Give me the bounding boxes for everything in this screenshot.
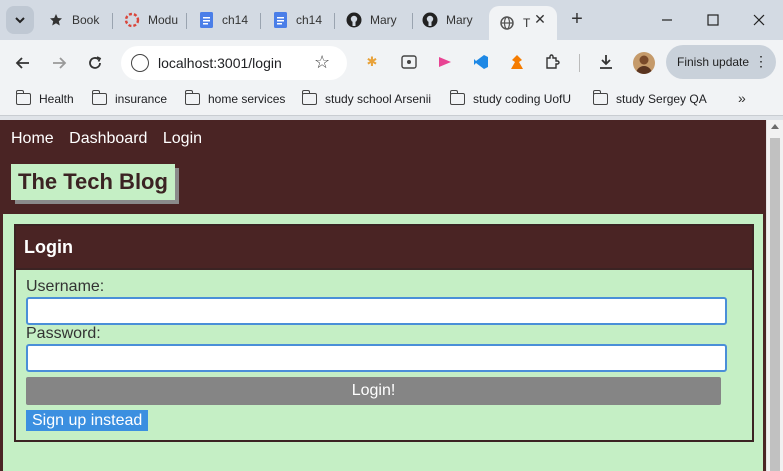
tab-ch14-b[interactable]: ch14 <box>272 6 328 34</box>
site-nav: Home Dashboard Login <box>11 130 213 148</box>
folder-icon <box>301 90 317 105</box>
login-button[interactable]: Login! <box>26 377 721 405</box>
address-bar[interactable]: localhost:3001/login ☆ <box>121 46 347 80</box>
login-heading: Login <box>16 226 752 268</box>
module-icon <box>124 12 140 28</box>
folder-icon <box>449 90 465 105</box>
bookmark-study-school-arsenii[interactable]: study school Arsenii <box>301 90 431 106</box>
tab-github-b[interactable]: Mary <box>422 6 482 34</box>
extension-d-icon[interactable] <box>508 53 526 71</box>
bookmark-star-icon[interactable]: ☆ <box>314 52 330 73</box>
minimize-icon[interactable] <box>655 8 679 32</box>
maximize-icon[interactable] <box>701 8 725 32</box>
bookmark-health[interactable]: Health <box>15 90 74 106</box>
tab-search-button[interactable] <box>6 6 34 34</box>
main-content: Login Username: Password: Login! Sign up… <box>3 214 763 471</box>
extension-a-icon[interactable]: ✱ <box>363 53 381 71</box>
folder-icon <box>592 90 608 105</box>
close-window-icon[interactable] <box>747 8 771 32</box>
new-tab-icon[interactable]: + <box>566 8 588 31</box>
tab-book[interactable]: Book <box>48 6 110 34</box>
profile-avatar[interactable] <box>633 52 655 74</box>
github-icon <box>422 12 438 28</box>
site-info-icon[interactable] <box>131 54 149 72</box>
github-icon <box>346 12 362 28</box>
page-viewport: Home Dashboard Login The Tech Blog Login… <box>0 120 766 471</box>
username-input[interactable] <box>26 297 727 325</box>
tab-modules[interactable]: Modu <box>124 6 180 34</box>
download-icon[interactable] <box>597 53 615 71</box>
extensions-puzzle-icon[interactable] <box>543 53 561 71</box>
doc-icon <box>198 12 214 28</box>
nav-login-link[interactable]: Login <box>163 130 202 147</box>
doc-icon <box>272 12 288 28</box>
username-label: Username: <box>26 278 105 295</box>
more-menu-icon[interactable]: ⋮ <box>754 53 768 70</box>
bookmark-insurance[interactable]: insurance <box>91 90 167 106</box>
globe-icon <box>499 15 515 31</box>
bookmark-study-sergey-qa[interactable]: study Sergey QA <box>592 90 707 106</box>
bookmark-home-services[interactable]: home services <box>184 90 285 106</box>
nav-dashboard-link[interactable]: Dashboard <box>69 130 147 147</box>
extension-c-icon[interactable] <box>436 53 454 71</box>
tab-strip: Book Modu ch14 ch14 Mary Mary T ✕ + <box>0 0 783 40</box>
vscode-icon[interactable] <box>472 53 490 71</box>
star-icon <box>48 12 64 28</box>
back-icon[interactable] <box>11 51 35 75</box>
folder-icon <box>91 90 107 105</box>
scroll-up-icon[interactable] <box>771 124 779 129</box>
login-card: Login Username: Password: Login! Sign up… <box>14 224 754 442</box>
password-label: Password: <box>26 325 101 342</box>
forward-icon[interactable] <box>47 51 71 75</box>
login-form: Username: Password: Login! Sign up inste… <box>16 268 752 440</box>
finish-update-button[interactable]: Finish update ⋮ <box>666 45 776 79</box>
page-scrollbar[interactable] <box>766 120 783 471</box>
extension-b-icon[interactable] <box>400 53 418 71</box>
more-bookmarks-icon[interactable]: » <box>738 90 746 106</box>
nav-home-link[interactable]: Home <box>11 130 54 147</box>
bookmarks-bar: Health insurance home services study sch… <box>0 86 783 116</box>
folder-icon <box>184 90 200 105</box>
scrollbar-thumb[interactable] <box>770 138 780 471</box>
browser-toolbar: localhost:3001/login ☆ ✱ Finish update ⋮ <box>0 40 783 86</box>
bookmark-study-coding-uofu[interactable]: study coding UofU <box>449 90 571 106</box>
close-tab-icon[interactable]: ✕ <box>531 11 549 28</box>
site-brand: The Tech Blog <box>11 164 175 200</box>
tab-ch14-a[interactable]: ch14 <box>198 6 254 34</box>
signup-button[interactable]: Sign up instead <box>26 410 149 431</box>
url-text[interactable]: localhost:3001/login <box>158 55 282 71</box>
tab-github-a[interactable]: Mary <box>346 6 406 34</box>
folder-icon <box>15 90 31 105</box>
password-input[interactable] <box>26 344 727 372</box>
chevron-down-icon <box>15 17 25 24</box>
reload-icon[interactable] <box>83 51 107 75</box>
